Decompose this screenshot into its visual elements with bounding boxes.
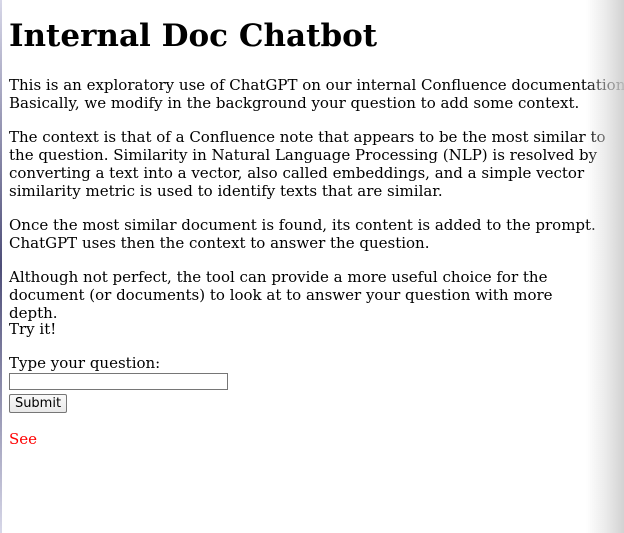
intro-paragraph-3: Once the most similar document is found,… [9,216,596,252]
page-content: Internal Doc Chatbot This is an explorat… [9,0,624,533]
intro-paragraph-4: Although not perfect, the tool can provi… [9,268,553,322]
window-left-edge [0,0,2,533]
question-input[interactable] [9,373,228,390]
question-label: Type your question: [9,354,161,372]
intro-paragraph-2: The context is that of a Confluence note… [9,128,606,200]
submit-button[interactable]: Submit [9,394,67,413]
page-title: Internal Doc Chatbot [9,18,378,54]
try-it-text: Try it! [9,320,57,338]
intro-paragraph-1: This is an exploratory use of ChatGPT on… [9,76,624,112]
see-link[interactable]: See [9,430,37,448]
